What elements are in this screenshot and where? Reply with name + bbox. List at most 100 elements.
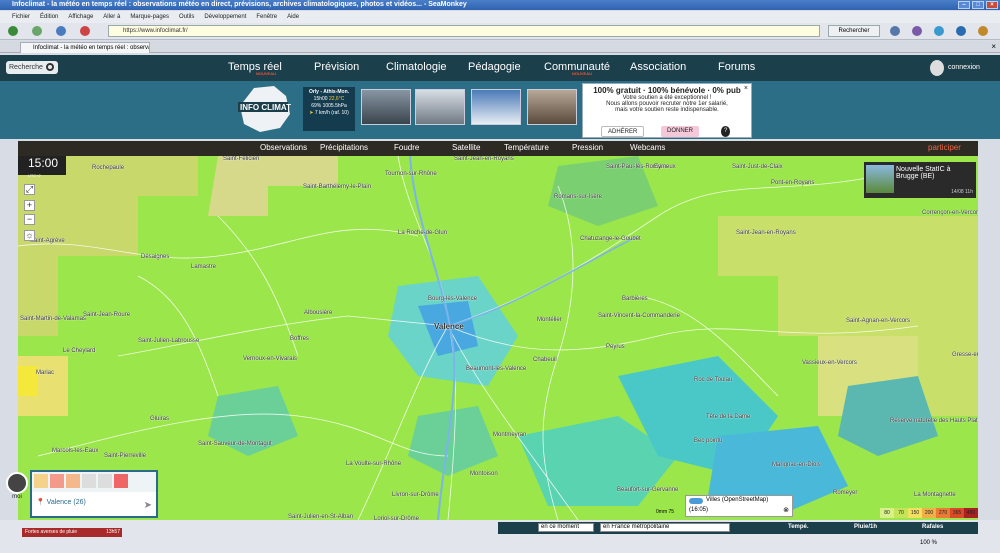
nav-item[interactable]: Pédagogie xyxy=(468,61,521,73)
logo-text: INFO CLIMAT xyxy=(240,103,291,112)
town-label: Barbières xyxy=(622,296,648,302)
menu-item[interactable]: Développement xyxy=(204,11,246,23)
minimize-button[interactable]: – xyxy=(958,1,970,9)
menu-item[interactable]: Aller à xyxy=(103,11,120,23)
menu-item[interactable]: Aide xyxy=(287,11,299,23)
menu-item[interactable]: Marque-pages xyxy=(130,11,169,23)
back-icon[interactable] xyxy=(8,26,18,36)
town-label: Saint-Agrève xyxy=(30,238,65,244)
menu-item[interactable]: Affichage xyxy=(68,11,93,23)
bottom-tab[interactable]: Pluie/1h xyxy=(854,524,877,530)
town-label: Beaumont-lès-Valence xyxy=(466,366,527,372)
news-card-image xyxy=(866,165,894,193)
layer-bar: Observations Précipitations Foudre Satellit… xyxy=(18,141,978,156)
close-icon[interactable]: × xyxy=(744,85,748,92)
zoom-in-button[interactable]: + xyxy=(24,200,35,211)
participate-link[interactable]: participer xyxy=(928,143,961,152)
avatar[interactable] xyxy=(930,60,944,76)
news-card[interactable]: Nouvelle StatIC à Brugge (BE) 14/08 11h xyxy=(864,162,976,198)
forward-icon[interactable] xyxy=(32,26,42,36)
menu-item[interactable]: Fichier xyxy=(12,11,30,23)
nav-item[interactable]: Association xyxy=(630,61,686,73)
addons-icon[interactable] xyxy=(956,26,966,36)
layer-tab[interactable]: Webcams xyxy=(630,143,665,152)
donation-panel: 100% gratuit · 100% bénévole · 0% pub Vo… xyxy=(582,83,752,138)
alert-banner[interactable]: Fortes averses de pluie 13h57 xyxy=(22,528,122,537)
moment-select[interactable]: en ce moment xyxy=(538,523,594,532)
weather-widget[interactable]: Orly - Athis-Mon. 15h00 22,6°C 69% 1005.… xyxy=(303,87,355,131)
photo-thumbnail[interactable] xyxy=(471,89,521,125)
layer-tab[interactable]: Satellite xyxy=(452,143,480,152)
login-link[interactable]: connexion xyxy=(948,64,980,71)
layer-icon[interactable] xyxy=(98,474,112,488)
reload-icon[interactable] xyxy=(56,26,66,36)
menu-item[interactable]: Édition xyxy=(40,11,58,23)
close-tab-icon[interactable]: × xyxy=(991,42,996,51)
wind-icon[interactable] xyxy=(82,474,96,488)
town-label: Réserve naturelle des Hauts Plateaux du … xyxy=(890,418,978,424)
search-button[interactable]: Rechercher xyxy=(828,25,880,37)
layer-tab[interactable]: Observations xyxy=(260,143,307,152)
layer-tab[interactable]: Température xyxy=(504,143,549,152)
bottom-tab[interactable]: Rafales xyxy=(922,524,943,530)
user-avatar[interactable]: moi xyxy=(6,472,28,502)
sync-icon[interactable] xyxy=(978,26,988,36)
town-label: Romans-sur-Isère xyxy=(554,194,603,200)
donate-button[interactable]: DONNER xyxy=(661,126,700,137)
town-label: Saint-Félicien xyxy=(223,156,260,162)
alert-time: 13h57 xyxy=(106,529,120,535)
layer-tab[interactable]: Foudre xyxy=(394,143,419,152)
thermometer-icon[interactable] xyxy=(114,474,128,488)
location-panel[interactable]: 📍 Valence (26) ➤ xyxy=(30,470,158,518)
browser-tab[interactable]: Infoclimat - la météo en temps réel : ob… xyxy=(20,42,150,53)
toggle-switch[interactable] xyxy=(689,498,703,504)
zoom-out-button[interactable]: − xyxy=(24,214,35,225)
layer-popup[interactable]: Villes (OpenStreetMap) (16:05) ⊗ 0mm 75 xyxy=(656,495,793,517)
nav-item[interactable]: Climatologie xyxy=(386,61,447,73)
menu-item[interactable]: Outils xyxy=(179,11,194,23)
photo-thumbnail[interactable] xyxy=(527,89,577,125)
fullscreen-icon[interactable]: ⤢ xyxy=(24,184,35,195)
nav-item[interactable]: Forums xyxy=(718,61,755,73)
window-title-bar: Infoclimat - la météo en temps réel : ob… xyxy=(0,0,1000,10)
settings-icon[interactable]: ☼ xyxy=(24,230,35,241)
town-label: Gluiras xyxy=(150,416,170,422)
mail-icon[interactable] xyxy=(934,26,944,36)
town-label: Mariac xyxy=(36,370,55,376)
town-label: Saint-Jean-en-Royans xyxy=(454,156,514,162)
join-button[interactable]: ADHÉRER xyxy=(601,126,645,137)
town-label: Chabeuil xyxy=(533,357,557,363)
layer-tab[interactable]: Pression xyxy=(572,143,603,152)
weather-map[interactable]: Saint-Félicien Rochepaule Saint-Barthélemy… xyxy=(18,156,978,520)
bottom-tab[interactable]: Tempé. xyxy=(788,524,809,530)
town-label: Montélier xyxy=(537,317,562,323)
photo-thumbnail[interactable] xyxy=(361,89,411,125)
bookmark-icon[interactable] xyxy=(912,26,922,36)
menu-item[interactable]: Fenêtre xyxy=(256,11,277,23)
send-icon[interactable]: ➤ xyxy=(144,500,152,511)
temperature-icon[interactable] xyxy=(50,474,64,488)
layer-toggles[interactable] xyxy=(32,472,156,492)
navigation-toolbar: https://www.infoclimat.fr/ Rechercher xyxy=(0,23,1000,40)
stop-icon[interactable] xyxy=(80,26,90,36)
maximize-button[interactable]: □ xyxy=(972,1,984,9)
print-icon[interactable] xyxy=(890,26,900,36)
town-label: Rochepaule xyxy=(92,165,125,171)
legend-item: 80 xyxy=(880,508,894,518)
layer-tab[interactable]: Précipitations xyxy=(320,143,368,152)
close-icon[interactable]: ⊗ xyxy=(783,506,789,514)
town-label: Eymeux xyxy=(654,164,676,170)
help-icon[interactable]: ? xyxy=(721,126,731,137)
search-icon[interactable] xyxy=(46,63,54,71)
town-label: Saint-Just-de-Claix xyxy=(732,164,783,170)
url-input[interactable]: https://www.infoclimat.fr/ xyxy=(108,25,820,37)
sun-icon[interactable] xyxy=(34,474,48,488)
infoclimat-logo[interactable]: INFO CLIMAT xyxy=(234,84,296,134)
nav-item[interactable]: Prévision xyxy=(314,61,359,73)
town-label: Saint-Jean-Roure xyxy=(83,312,131,318)
close-window-button[interactable]: × xyxy=(986,1,998,9)
region-select[interactable]: en France métropolitaine xyxy=(600,523,730,532)
photo-thumbnail[interactable] xyxy=(415,89,465,125)
town-label: Peyrus xyxy=(606,344,625,350)
rain-icon[interactable] xyxy=(66,474,80,488)
